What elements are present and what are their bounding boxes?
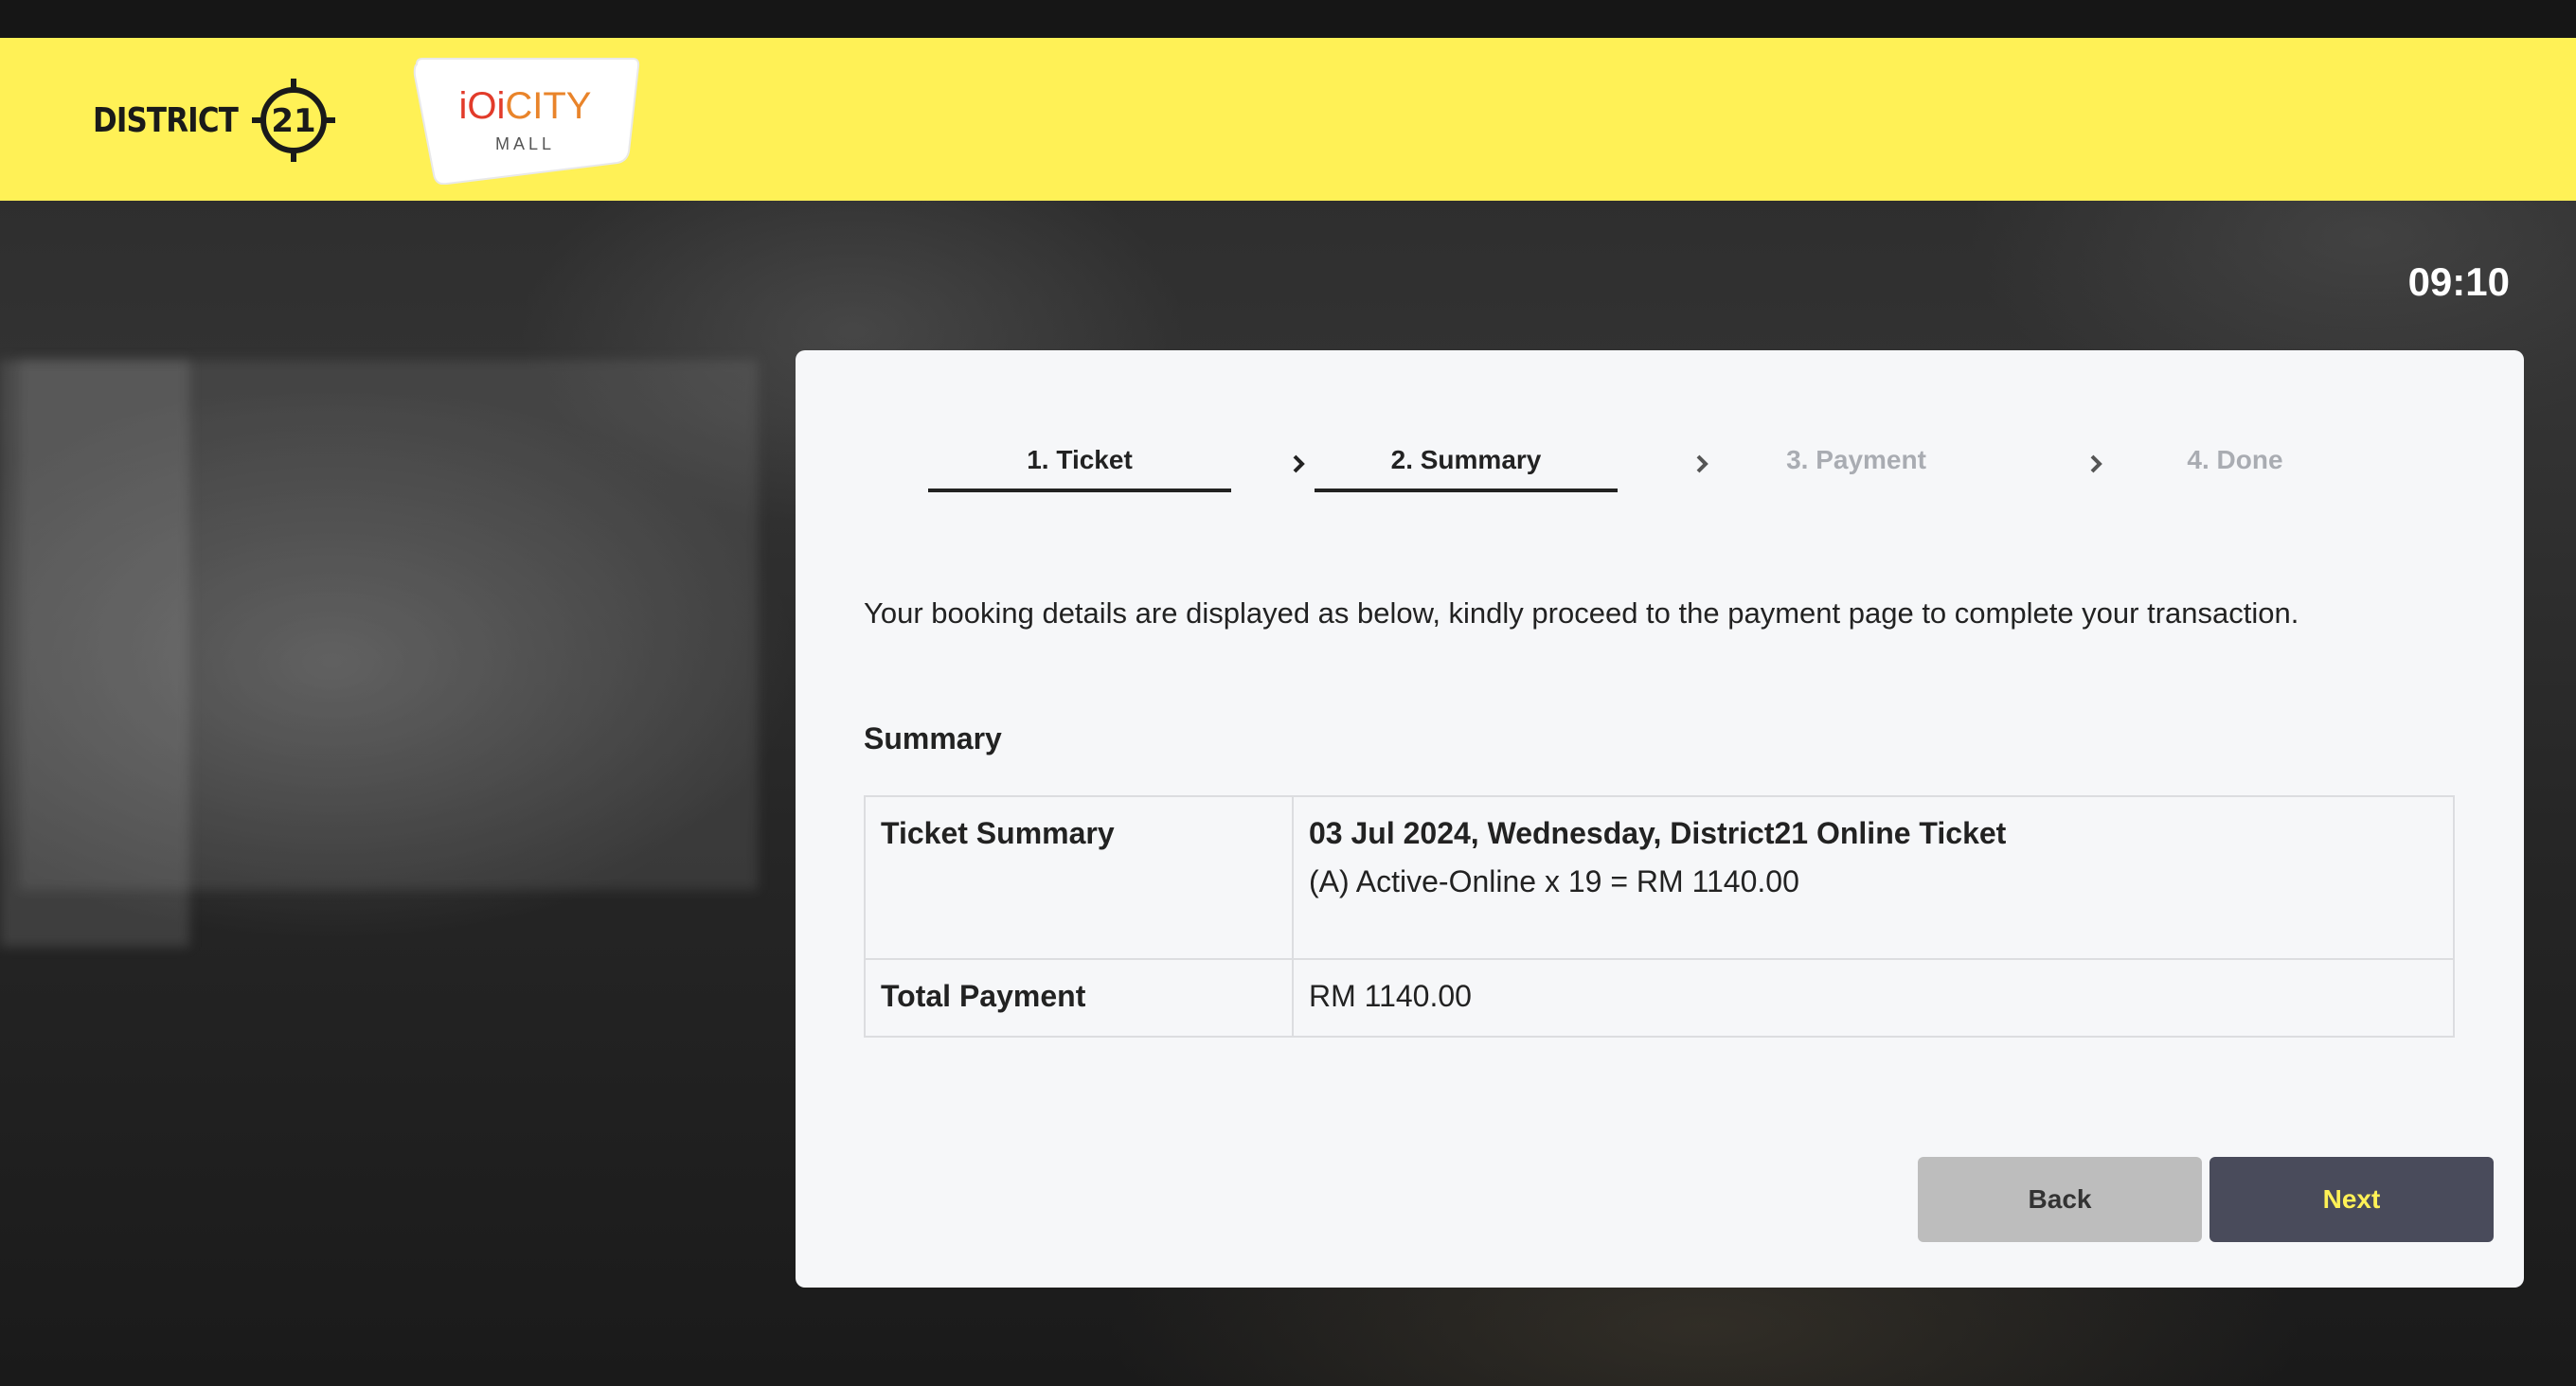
top-strip xyxy=(0,0,2576,38)
step-summary: 2. Summary xyxy=(1315,445,1618,492)
chevron-right-icon xyxy=(1284,445,1313,483)
ioicity-logo-text: iOiCITY xyxy=(458,85,592,127)
crosshair-icon: 21 xyxy=(251,79,335,162)
step-payment: 3. Payment xyxy=(1786,445,1926,474)
ticket-summary-cell: 03 Jul 2024, Wednesday, District21 Onlin… xyxy=(1292,795,2455,960)
total-payment-label: Total Payment xyxy=(864,958,1294,1038)
table-row: Total Payment RM 1140.00 xyxy=(864,958,2455,1038)
ioicity-mall-logo[interactable]: iOiCITY MALL xyxy=(409,57,641,185)
district21-logo-text: DISTRICT xyxy=(93,100,239,140)
summary-title: Summary xyxy=(864,721,1002,755)
total-payment-value: RM 1140.00 xyxy=(1292,958,2455,1038)
site-header: DISTRICT 21 iOiCITY MALL xyxy=(0,38,2576,201)
summary-table: Ticket Summary 03 Jul 2024, Wednesday, D… xyxy=(864,795,2455,1038)
ticket-summary-detail: (A) Active-Online x 19 = RM 1140.00 xyxy=(1309,864,1799,898)
booking-card: 1. Ticket 2. Summary 3. Payment 4. Done … xyxy=(796,350,2524,1288)
background-blur-panel xyxy=(0,360,189,947)
ticket-summary-heading: 03 Jul 2024, Wednesday, District21 Onlin… xyxy=(1309,816,2007,850)
intro-text: Your booking details are displayed as be… xyxy=(864,596,2299,630)
table-row: Ticket Summary 03 Jul 2024, Wednesday, D… xyxy=(864,795,2455,960)
step-ticket: 1. Ticket xyxy=(928,445,1231,492)
next-button[interactable]: Next xyxy=(2209,1157,2494,1242)
step-done: 4. Done xyxy=(2187,445,2283,474)
countdown-timer: 09:10 xyxy=(2407,259,2510,304)
ticket-summary-label: Ticket Summary xyxy=(864,795,1294,960)
ioicity-logo-subtext: MALL xyxy=(494,134,556,153)
back-button[interactable]: Back xyxy=(1918,1157,2202,1242)
district21-logo-number: 21 xyxy=(271,102,315,140)
district21-logo[interactable]: DISTRICT 21 xyxy=(93,78,339,163)
progress-steps: 1. Ticket 2. Summary 3. Payment 4. Done xyxy=(928,445,2443,492)
